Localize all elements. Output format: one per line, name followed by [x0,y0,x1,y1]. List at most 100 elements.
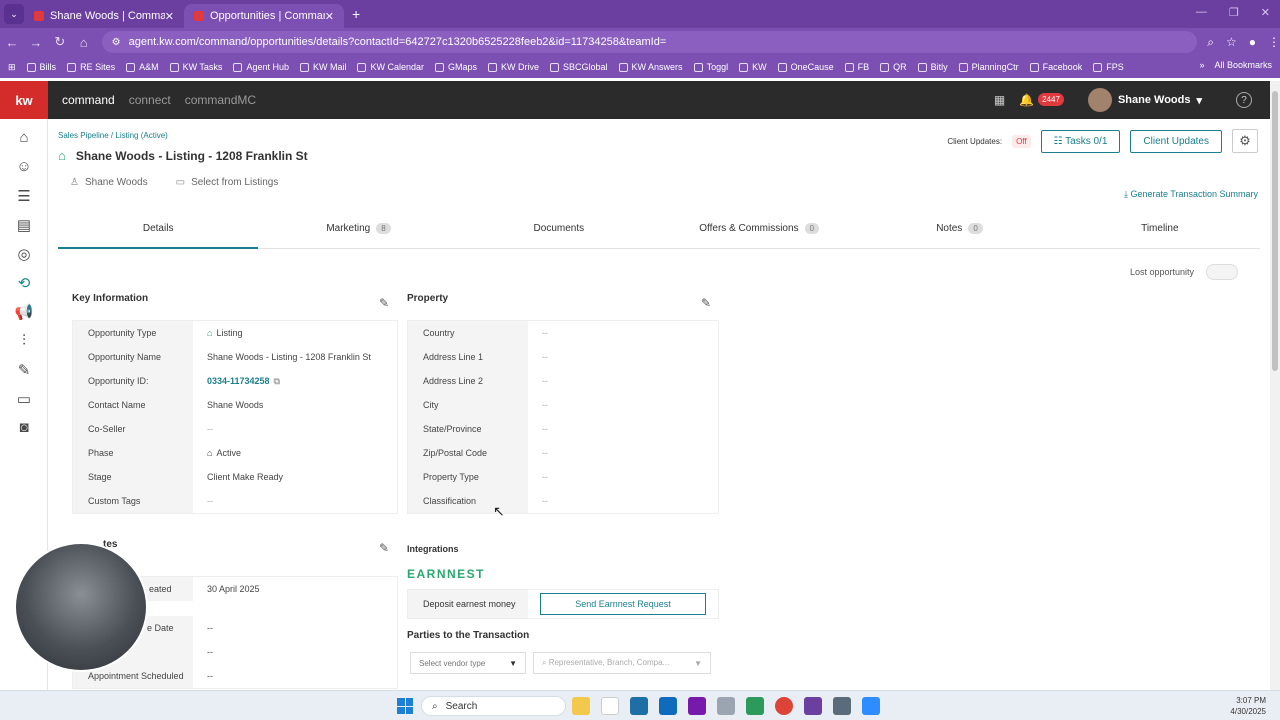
send-earnnest-button[interactable]: Send Earnnest Request [540,593,706,615]
file-explorer-icon[interactable] [572,697,590,715]
edit-icon[interactable]: ✎ [0,355,48,384]
home-button[interactable]: ⌂ [72,35,96,50]
camera-icon[interactable]: ◙ [0,413,48,442]
forward-button[interactable]: → [24,35,48,50]
maximize-button[interactable]: ❐ [1229,6,1239,19]
scroll-thumb[interactable] [1272,91,1278,371]
tab-marketing[interactable]: Marketing 8 [258,209,458,248]
bookmark-item[interactable]: Toggl [693,62,728,72]
representative-search[interactable]: ⌕ Representative, Branch, Compa... ▼ [533,652,711,674]
bookmark-item[interactable]: KW [739,62,767,72]
bookmark-item[interactable]: Bills [26,62,56,72]
outlook-icon[interactable] [659,697,677,715]
bookmark-item[interactable]: RE Sites [67,62,115,72]
apps-icon[interactable]: ⊞ [8,62,16,73]
close-icon[interactable]: ✕ [325,10,334,23]
generate-summary-link[interactable]: ⤓ Generate Transaction Summary [1124,189,1258,200]
bookmark-item[interactable]: Facebook [1029,62,1082,72]
caret-down-icon: ▼ [509,658,517,668]
contact-link[interactable]: ♙ Shane Woods [70,177,148,188]
calculator-icon[interactable] [833,697,851,715]
windows-start-icon[interactable] [397,698,413,714]
close-window-button[interactable]: ✕ [1261,6,1270,19]
bookmark-item[interactable]: KW Tasks [169,62,222,72]
tab-documents[interactable]: Documents [459,209,659,248]
breadcrumb[interactable]: Sales Pipeline / Listing (Active) [58,131,168,140]
opportunity-id[interactable]: 0334-11734258 ⧉ [193,369,280,393]
chevron-right-icon[interactable]: » [1199,60,1204,70]
bookmark-item[interactable]: Agent Hub [233,62,289,72]
zoom-icon[interactable]: ⌕ [1207,35,1214,50]
scrollbar[interactable] [1270,81,1280,690]
app-icon[interactable] [630,697,648,715]
browser-tab-1[interactable]: Shane Woods | Command ✕ [24,4,184,28]
url-field[interactable]: ⚙ agent.kw.com/command/opportunities/det… [101,31,1198,53]
bookmark-item[interactable]: KW Answers [618,62,683,72]
pencil-icon[interactable]: ✎ [379,296,389,310]
close-icon[interactable]: ✕ [165,10,174,23]
tab-details[interactable]: Details [58,209,259,249]
more-icon[interactable]: ⋮ [1268,35,1280,50]
tab-notes[interactable]: Notes 0 [859,209,1059,248]
site-info-icon[interactable]: ⚙ [112,37,121,48]
location-icon[interactable]: ◎ [0,239,48,268]
bookmark-item[interactable]: SBCGlobal [550,62,608,72]
bookmark-item[interactable]: PlanningCtr [958,62,1019,72]
nav-commandmc[interactable]: commandMC [185,93,256,107]
pencil-icon[interactable]: ✎ [701,296,711,310]
taskbar-search[interactable]: ⌕ Search [421,696,566,716]
bookmark-item[interactable]: FPS [1093,62,1124,72]
copy-icon[interactable]: ⧉ [274,376,280,387]
tasks-button[interactable]: ☷ Tasks 0/1 [1040,129,1121,153]
opportunities-icon[interactable]: ⟲ [0,268,48,297]
browser-tab-2[interactable]: Opportunities | Command ✕ [184,4,344,28]
tab-search-menu[interactable]: ⌄ [4,4,24,24]
kw-logo[interactable]: kw [0,81,48,119]
calendar-icon[interactable]: ▭ [0,384,48,413]
tasks-icon[interactable]: ☰ [0,181,48,210]
gear-icon[interactable]: ⚙ [1232,129,1258,153]
megaphone-icon[interactable]: 📢 [0,297,48,326]
new-tab-button[interactable]: + [352,6,360,22]
chrome-icon[interactable] [775,697,793,715]
nav-command[interactable]: command [62,93,115,107]
bookmark-item[interactable]: FB [844,62,869,72]
bookmark-item[interactable]: Bitly [917,62,948,72]
taskbar-clock[interactable]: 3:07 PM 4/30/2025 [1230,695,1266,717]
star-icon[interactable]: ☆ [1226,35,1237,50]
help-icon[interactable]: ? [1236,92,1252,108]
user-menu[interactable]: Shane Woods ▾ [1087,88,1202,112]
bookmark-item[interactable]: KW Mail [299,62,346,72]
app-icon[interactable] [804,697,822,715]
pencil-icon[interactable]: ✎ [379,541,389,555]
contacts-icon[interactable]: ☺ [0,152,48,181]
checklist-icon[interactable]: ▤ [0,210,48,239]
select-listings-link[interactable]: ▭ Select from Listings [176,177,279,188]
insights-icon[interactable]: ⫶ [0,326,48,355]
tab-offers-commissions[interactable]: Offers & Commissions 0 [659,209,859,248]
client-updates-button[interactable]: Client Updates [1130,129,1222,153]
bookmark-item[interactable]: KW Drive [488,62,539,72]
lost-opportunity-toggle[interactable] [1206,264,1238,280]
nav-connect[interactable]: connect [129,93,171,107]
store-icon[interactable]: ▦ [994,93,1005,107]
bell-icon[interactable]: 🔔 [1019,93,1034,107]
bookmark-item[interactable]: GMaps [435,62,477,72]
app-icon[interactable] [746,697,764,715]
bookmark-item[interactable]: QR [880,62,907,72]
reload-button[interactable]: ↻ [48,34,72,50]
bookmark-item[interactable]: KW Calendar [357,62,424,72]
app-icon[interactable] [601,697,619,715]
zoom-app-icon[interactable] [862,697,880,715]
home-icon[interactable]: ⌂ [0,123,48,152]
tab-timeline[interactable]: Timeline [1060,209,1260,248]
vendor-type-select[interactable]: Select vendor type ▼ [410,652,526,674]
back-button[interactable]: ← [0,35,24,50]
profile-icon[interactable]: ● [1249,35,1256,50]
onenote-icon[interactable] [688,697,706,715]
bookmark-item[interactable]: OneCause [777,62,834,72]
all-bookmarks[interactable]: All Bookmarks [1214,60,1272,70]
camera-app-icon[interactable] [717,697,735,715]
bookmark-item[interactable]: A&M [126,62,159,72]
minimize-button[interactable]: — [1196,6,1207,19]
